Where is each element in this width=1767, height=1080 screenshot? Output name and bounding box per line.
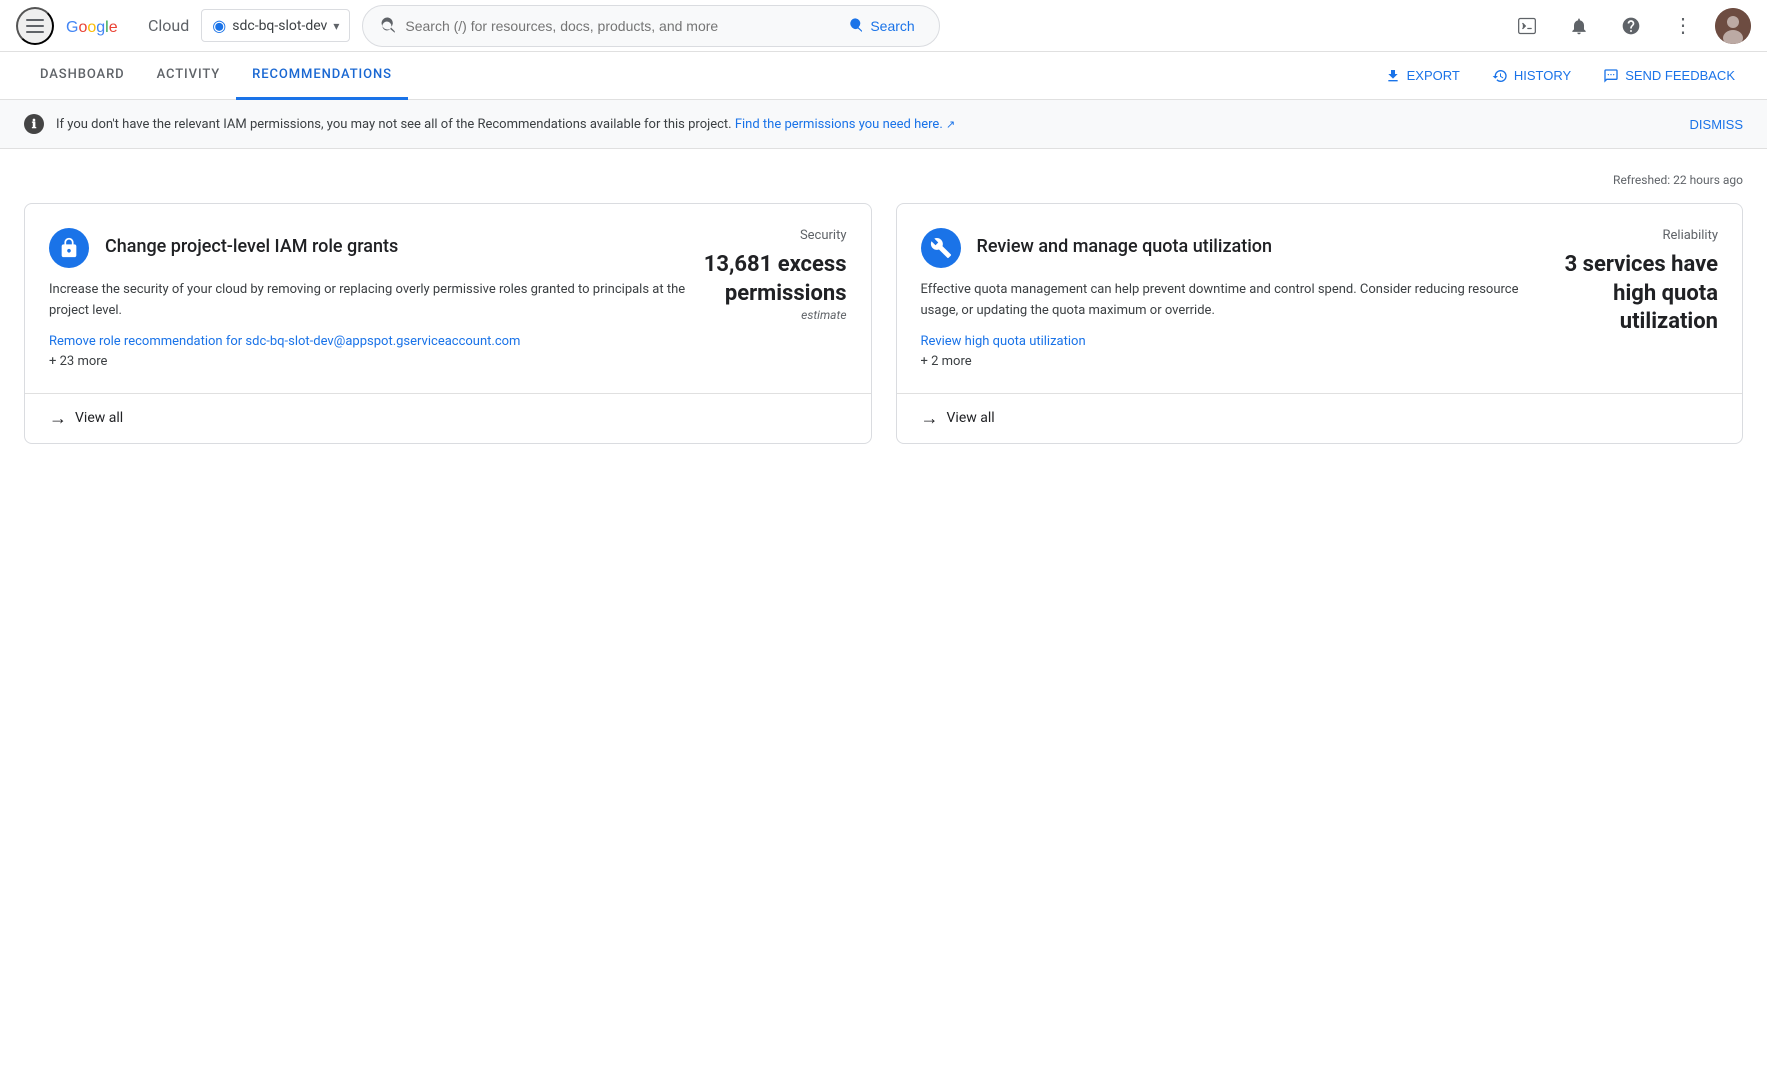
svg-text:Google: Google <box>66 19 118 36</box>
recommendations-grid: Change project-level IAM role grants Inc… <box>24 203 1743 444</box>
search-bar: Search <box>362 5 939 47</box>
search-submit-icon <box>848 18 864 34</box>
search-button[interactable]: Search <box>840 14 922 38</box>
terminal-icon <box>1517 16 1537 36</box>
tab-recommendations[interactable]: RECOMMENDATIONS <box>236 53 408 100</box>
dismiss-button[interactable]: DISMISS <box>1690 117 1743 132</box>
history-button[interactable]: HISTORY <box>1484 62 1579 90</box>
quota-arrow-right-icon: → <box>921 408 939 429</box>
quota-card-metric: 3 services havehigh quotautilization <box>1565 251 1718 337</box>
iam-card-metric-sub: estimate <box>704 308 847 322</box>
arrow-right-icon: → <box>49 408 67 429</box>
main-content: Refreshed: 22 hours ago Change project-l… <box>0 149 1767 468</box>
history-label: HISTORY <box>1514 68 1571 83</box>
quota-card-category: Reliability <box>1565 228 1718 243</box>
iam-card-left: Change project-level IAM role grants Inc… <box>49 228 688 369</box>
quota-card-link[interactable]: Review high quota utilization <box>921 334 1549 349</box>
quota-card-icon <box>921 228 961 268</box>
quota-card-left: Review and manage quota utilization Effe… <box>921 228 1549 369</box>
terminal-button[interactable] <box>1507 6 1547 46</box>
refresh-status: Refreshed: 22 hours ago <box>24 173 1743 187</box>
chevron-down-icon: ▾ <box>333 19 339 33</box>
search-button-label: Search <box>870 18 914 34</box>
avatar[interactable] <box>1715 8 1751 44</box>
bell-icon <box>1569 16 1589 36</box>
quota-view-all-label: View all <box>947 410 995 426</box>
quota-recommendation-card: Review and manage quota utilization Effe… <box>896 203 1744 444</box>
export-button[interactable]: EXPORT <box>1377 62 1468 90</box>
help-button[interactable] <box>1611 6 1651 46</box>
history-icon <box>1492 68 1508 84</box>
quota-card-desc: Effective quota management can help prev… <box>921 280 1549 322</box>
menu-button[interactable] <box>16 7 54 45</box>
help-icon <box>1621 16 1641 36</box>
iam-card-desc: Increase the security of your cloud by r… <box>49 280 688 322</box>
quota-card-more: + 2 more <box>921 354 972 369</box>
quota-card-title: Review and manage quota utilization <box>977 236 1273 257</box>
iam-card-more: + 23 more <box>49 354 107 369</box>
info-icon: ℹ <box>24 114 44 134</box>
send-feedback-button[interactable]: SEND FEEDBACK <box>1595 62 1743 90</box>
search-icon <box>379 17 397 35</box>
iam-recommendation-card: Change project-level IAM role grants Inc… <box>24 203 872 444</box>
secondary-nav: DASHBOARD ACTIVITY RECOMMENDATIONS EXPOR… <box>0 52 1767 100</box>
feedback-icon <box>1603 68 1619 84</box>
quota-card-right: Reliability 3 services havehigh quotauti… <box>1565 228 1718 369</box>
export-icon <box>1385 68 1401 84</box>
lock-icon <box>58 237 80 259</box>
quota-card-body: Review and manage quota utilization Effe… <box>897 204 1743 393</box>
tab-dashboard[interactable]: DASHBOARD <box>24 53 141 100</box>
quota-card-header: Review and manage quota utilization <box>921 228 1549 268</box>
banner-text: If you don't have the relevant IAM permi… <box>56 117 1678 132</box>
iam-card-icon <box>49 228 89 268</box>
google-cloud-logo: Google Cloud <box>66 14 189 38</box>
iam-card-metric: 13,681 excesspermissions <box>704 251 847 308</box>
export-label: EXPORT <box>1407 68 1460 83</box>
iam-card-right: Security 13,681 excesspermissions estima… <box>704 228 847 369</box>
iam-card-category: Security <box>704 228 847 243</box>
send-feedback-label: SEND FEEDBACK <box>1625 68 1735 83</box>
more-options-button[interactable]: ⋮ <box>1663 6 1703 46</box>
search-input[interactable] <box>405 18 832 34</box>
project-selector[interactable]: ◉ sdc-bq-slot-dev ▾ <box>201 9 350 42</box>
project-name: sdc-bq-slot-dev <box>232 18 327 34</box>
iam-view-all-label: View all <box>75 410 123 426</box>
iam-card-body: Change project-level IAM role grants Inc… <box>25 204 871 393</box>
external-link-icon: ↗ <box>946 118 955 131</box>
top-nav: Google Cloud ◉ sdc-bq-slot-dev ▾ Search <box>0 0 1767 52</box>
iam-card-header: Change project-level IAM role grants <box>49 228 688 268</box>
info-banner: ℹ If you don't have the relevant IAM per… <box>0 100 1767 149</box>
iam-view-all-button[interactable]: → View all <box>25 393 871 443</box>
nav-actions: EXPORT HISTORY SEND FEEDBACK <box>1377 62 1743 90</box>
iam-card-link[interactable]: Remove role recommendation for sdc-bq-sl… <box>49 334 688 349</box>
tab-activity[interactable]: ACTIVITY <box>141 53 237 100</box>
quota-view-all-button[interactable]: → View all <box>897 393 1743 443</box>
user-avatar <box>1715 8 1751 44</box>
permissions-link[interactable]: Find the permissions you need here. ↗ <box>735 117 955 132</box>
iam-card-title: Change project-level IAM role grants <box>105 236 398 257</box>
wrench-icon <box>930 237 952 259</box>
notifications-button[interactable] <box>1559 6 1599 46</box>
more-icon: ⋮ <box>1673 13 1693 38</box>
